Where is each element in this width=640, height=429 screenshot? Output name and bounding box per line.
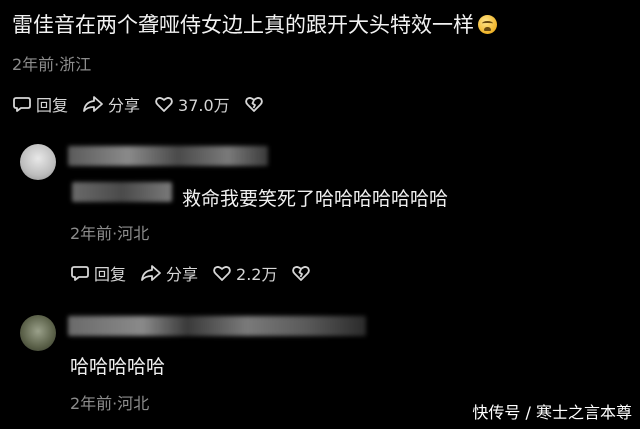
share-button[interactable]: 分享 xyxy=(140,261,198,285)
reply-label: 回复 xyxy=(94,265,127,284)
share-label: 分享 xyxy=(108,96,141,115)
share-button[interactable]: 分享 xyxy=(82,92,140,116)
comment-meta: 2年前·河北 xyxy=(70,394,150,413)
reply-button[interactable]: 回复 xyxy=(70,261,126,285)
avatar[interactable] xyxy=(20,315,56,351)
username-blurred xyxy=(68,146,268,166)
comment-text: 哈哈哈哈哈 xyxy=(70,356,166,378)
dislike-button[interactable] xyxy=(244,94,268,114)
like-button[interactable]: 2.2万 xyxy=(212,261,277,285)
share-icon xyxy=(141,265,161,281)
reply-label: 回复 xyxy=(36,96,69,115)
comment-actions: 回复 分享 2.2万 xyxy=(70,261,329,285)
reply-icon xyxy=(71,266,89,281)
reply-icon xyxy=(13,97,31,112)
share-icon xyxy=(83,96,103,112)
post-text: 雷佳音在两个聋哑侍女边上真的跟开大头特效一样 xyxy=(12,10,497,40)
dislike-button[interactable] xyxy=(291,263,315,283)
post-actions: 回复 分享 37.0万 xyxy=(12,92,282,116)
reply-target-blurred xyxy=(72,182,172,202)
username-blurred xyxy=(68,316,366,336)
post-text-content: 雷佳音在两个聋哑侍女边上真的跟开大头特效一样 xyxy=(12,13,474,37)
heart-icon xyxy=(155,97,173,112)
comment-text: 救命我要笑死了哈哈哈哈哈哈哈 xyxy=(182,188,449,210)
like-count: 37.0万 xyxy=(178,96,230,115)
watermark: 快传号 / 寒士之言本尊 xyxy=(472,403,632,422)
like-button[interactable]: 37.0万 xyxy=(154,92,230,116)
share-label: 分享 xyxy=(166,265,199,284)
anxious-sweat-emoji-icon xyxy=(478,15,497,34)
avatar[interactable] xyxy=(20,144,56,180)
broken-heart-icon xyxy=(292,266,311,281)
heart-icon xyxy=(213,266,231,281)
post-meta: 2年前·浙江 xyxy=(12,55,92,74)
comment-meta: 2年前·河北 xyxy=(70,224,150,243)
broken-heart-icon xyxy=(244,97,263,112)
reply-button[interactable]: 回复 xyxy=(12,92,68,116)
like-count: 2.2万 xyxy=(236,265,278,284)
